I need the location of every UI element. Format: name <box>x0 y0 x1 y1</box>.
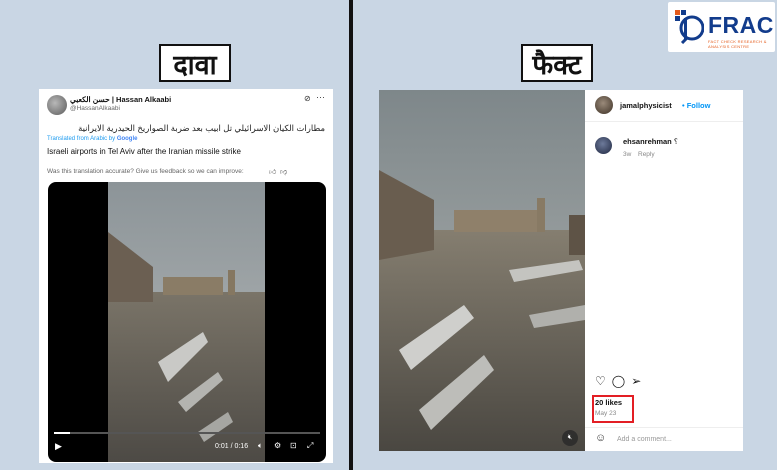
logo-subtext: FACT CHECK RESEARCH & ANALYSIS CENTRE <box>708 39 767 49</box>
tweet-author-name[interactable]: حسن الكعبي | Hassan Alkaabi <box>70 95 171 104</box>
instagram-post-image <box>379 90 585 451</box>
frac-logo: FRAC FACT CHECK RESEARCH & ANALYSIS CENT… <box>668 2 775 52</box>
heart-icon[interactable]: ♡ <box>595 374 606 388</box>
thumbs-up-icon[interactable]: 👍︎ <box>269 167 276 176</box>
tweet-video[interactable]: ▶ 0:01 / 0:16 🔈︎ ⚙ ⊡ ⤢ <box>48 182 326 462</box>
post-actions: ♡ ◯ ➢ <box>595 374 647 388</box>
video-progress-bar[interactable] <box>54 432 320 434</box>
translation-feedback: Was this translation accurate? Give us f… <box>47 168 244 175</box>
tweet-english-text: Israeli airports in Tel Aviv after the I… <box>47 147 242 156</box>
avatar[interactable] <box>47 95 67 115</box>
fact-label: फैक्ट <box>521 44 593 82</box>
logo-text: FRAC <box>708 12 774 38</box>
comment-reply-button[interactable]: Reply <box>638 151 655 158</box>
translation-prefix: Translated from Arabic by <box>47 136 116 142</box>
grok-icon[interactable]: ⊘ <box>304 94 311 103</box>
more-icon[interactable]: ··· <box>316 92 325 102</box>
share-icon[interactable]: ➢ <box>631 374 641 388</box>
follow-button[interactable]: • Follow <box>682 101 710 110</box>
fullscreen-icon[interactable]: ⤢ <box>307 441 313 451</box>
center-divider <box>349 0 353 470</box>
comment-username[interactable]: ehsanrehman <box>623 137 672 146</box>
avatar[interactable] <box>595 96 613 114</box>
smiley-icon[interactable]: ☺ <box>595 432 606 444</box>
comment-icon[interactable]: ◯ <box>612 374 625 388</box>
add-comment-input[interactable]: Add a comment... <box>617 436 672 443</box>
play-icon[interactable]: ▶ <box>55 441 62 452</box>
claim-label: दावा <box>159 44 231 82</box>
post-date: May 23 <box>595 410 617 417</box>
translation-attribution[interactable]: Translated from Arabic by Google <box>47 136 137 142</box>
comment: ehsanrehman ؟ <box>623 137 678 146</box>
likes-count[interactable]: 20 likes <box>595 398 622 407</box>
tweet-arabic-text: مطارات الكيان الاسرائيلي تل ابيب بعد ضرب… <box>78 123 325 133</box>
header-divider <box>585 121 743 122</box>
fact-instagram-post: 🔇︎ jamalphysicist • Follow ehsanrehman ؟… <box>379 90 743 451</box>
pip-icon[interactable]: ⊡ <box>290 441 297 450</box>
instagram-username[interactable]: jamalphysicist <box>620 101 672 110</box>
footer-divider <box>585 427 743 428</box>
tweet-author-handle[interactable]: @HassanAlkaabi <box>70 105 120 112</box>
mute-icon[interactable]: 🔇︎ <box>562 430 578 446</box>
video-controls: ▶ 0:01 / 0:16 🔈︎ ⚙ ⊡ ⤢ <box>48 432 326 462</box>
video-time: 0:01 / 0:16 <box>215 443 249 450</box>
comment-time: 3w <box>623 151 632 158</box>
settings-icon[interactable]: ⚙ <box>274 441 281 450</box>
translator-name: Google <box>116 136 138 142</box>
thumbs-down-icon[interactable]: 👎︎ <box>280 167 287 176</box>
frac-logo-mark <box>675 10 704 44</box>
claim-tweet: حسن الكعبي | Hassan Alkaabi @HassanAlkaa… <box>39 89 333 463</box>
volume-icon[interactable]: 🔈︎ <box>258 441 263 451</box>
video-progress-fill <box>54 432 70 434</box>
comment-text: ؟ <box>673 137 678 146</box>
video-frame-image <box>108 182 265 462</box>
comment-avatar[interactable] <box>595 137 612 154</box>
